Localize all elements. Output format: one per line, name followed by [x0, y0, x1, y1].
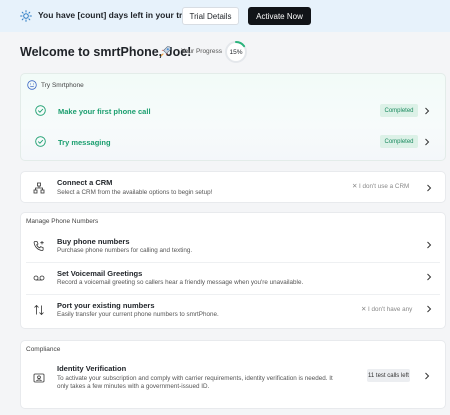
divider	[26, 262, 440, 263]
id-card-icon	[33, 373, 45, 383]
phone-plus-icon	[33, 241, 44, 251]
close-icon: ✕	[361, 306, 367, 313]
task-label: Try messaging	[58, 138, 111, 147]
chevron-right-icon[interactable]	[424, 138, 430, 146]
rocket-icon	[160, 46, 171, 57]
connect-crm-card[interactable]: Connect a CRM Select a CRM from the avai…	[20, 171, 446, 203]
test-calls-badge: 11 test calls left	[367, 369, 410, 382]
port-numbers-subtitle: Easily transfer your current phone numbe…	[57, 311, 219, 318]
progress-label: Your Progress	[181, 48, 222, 55]
skip-crm-link[interactable]: ✕ I don't use a CRM	[352, 183, 409, 190]
chevron-right-icon[interactable]	[424, 107, 430, 115]
buy-numbers-subtitle: Purchase phone numbers for calling and t…	[57, 247, 193, 254]
divider	[26, 294, 440, 295]
identity-subtitle-line2: only takes a few minutes with a governme…	[57, 383, 210, 390]
try-section-title: Try Smrtphone	[41, 81, 84, 89]
trial-message: You have [count] days left in your trial…	[38, 10, 195, 20]
try-smrtphone-card: Try Smrtphone Make your first phone call…	[20, 73, 446, 161]
task-label: Make your first phone call	[58, 107, 151, 116]
skip-crm-label: I don't use a CRM	[359, 183, 410, 190]
task-row-first-call[interactable]: Make your first phone call Completed	[21, 99, 447, 123]
check-circle-icon	[35, 136, 46, 147]
crm-subtitle: Select a CRM from the available options …	[57, 189, 213, 196]
manage-numbers-card: Manage Phone Numbers Buy phone numbers P…	[20, 212, 446, 329]
task-row-messaging[interactable]: Try messaging Completed	[21, 130, 447, 154]
voicemail-icon	[33, 275, 45, 281]
skip-port-link[interactable]: ✕ I don't have any	[361, 306, 412, 313]
close-icon: ✕	[352, 183, 358, 190]
compliance-section-title: Compliance	[26, 346, 61, 353]
transfer-arrows-icon	[34, 304, 44, 316]
identity-title: Identity Verification	[57, 364, 127, 373]
skip-port-label: I don't have any	[368, 306, 413, 313]
status-badge: Completed	[380, 104, 418, 117]
status-badge: Completed	[380, 135, 418, 148]
activate-now-button[interactable]: Activate Now	[248, 7, 311, 25]
trial-details-button[interactable]: Trial Details	[182, 7, 239, 25]
chevron-right-icon[interactable]	[424, 372, 430, 380]
progress-value: 15%	[229, 48, 243, 56]
port-numbers-title: Port your existing numbers	[57, 301, 155, 310]
voicemail-subtitle: Record a voicemail greeting so callers h…	[57, 279, 304, 286]
chevron-right-icon[interactable]	[426, 184, 432, 192]
crm-title: Connect a CRM	[57, 178, 113, 187]
sun-icon	[20, 10, 32, 22]
voicemail-title: Set Voicemail Greetings	[57, 269, 143, 278]
try-section-header: Try Smrtphone	[27, 80, 84, 90]
chevron-right-icon[interactable]	[426, 305, 432, 313]
check-circle-icon	[35, 105, 46, 116]
compliance-card: Compliance Identity Verification To acti…	[20, 340, 446, 409]
trial-banner: You have [count] days left in your trial…	[0, 0, 450, 32]
crm-hierarchy-icon	[33, 182, 45, 194]
numbers-section-title: Manage Phone Numbers	[26, 218, 99, 225]
chevron-right-icon[interactable]	[426, 241, 432, 249]
identity-subtitle-line1: To activate your subscription and comply…	[57, 375, 333, 382]
buy-numbers-title: Buy phone numbers	[57, 237, 130, 246]
smile-icon	[27, 80, 37, 90]
chevron-right-icon[interactable]	[426, 273, 432, 281]
